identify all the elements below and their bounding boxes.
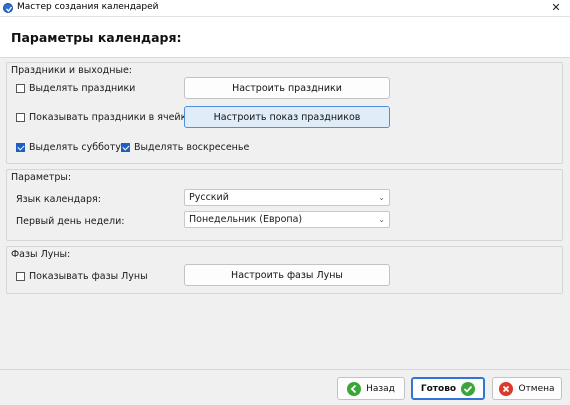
- wizard-header: Параметры календаря:: [0, 17, 570, 58]
- back-arrow-icon: [347, 381, 362, 396]
- highlight-sunday-checkbox[interactable]: Выделять воскресенье: [121, 142, 249, 153]
- button-label: Отмена: [518, 383, 555, 394]
- holidays-group-label: Праздники и выходные:: [11, 65, 132, 76]
- highlight-holidays-checkbox[interactable]: Выделять праздники: [16, 83, 135, 94]
- parameters-group: Параметры: Язык календаря: Русский ⌄ Пер…: [6, 169, 563, 241]
- moon-group-label: Фазы Луны:: [11, 249, 71, 260]
- close-icon[interactable]: ✕: [542, 0, 570, 17]
- page-title: Параметры календаря:: [11, 30, 182, 45]
- app-icon: [3, 3, 13, 13]
- checkbox-label: Выделять праздники: [29, 83, 136, 94]
- holidays-group: Праздники и выходные: Выделять праздники…: [6, 62, 563, 164]
- button-label: Назад: [366, 383, 395, 394]
- cancel-x-icon: [499, 381, 514, 396]
- chevron-down-icon: ⌄: [378, 215, 385, 224]
- cancel-button[interactable]: Отмена: [492, 377, 562, 400]
- select-value: Понедельник (Европа): [189, 214, 303, 225]
- button-label: Готово: [420, 383, 457, 394]
- checkbox-box[interactable]: [16, 113, 25, 122]
- wizard-footer: Назад Готово Отмена: [0, 369, 570, 405]
- first-day-select[interactable]: Понедельник (Европа) ⌄: [184, 211, 390, 228]
- checkbox-box[interactable]: [16, 143, 25, 152]
- show-moon-phases-checkbox[interactable]: Показывать фазы Луны: [16, 271, 148, 282]
- window-title: Мастер создания календарей: [17, 2, 159, 12]
- button-label: Настроить фазы Луны: [231, 269, 343, 281]
- highlight-saturday-checkbox[interactable]: Выделять субботу: [16, 142, 121, 153]
- show-holidays-in-cells-checkbox[interactable]: Показывать праздники в ячейках: [16, 112, 198, 123]
- back-button[interactable]: Назад: [337, 377, 405, 400]
- language-label: Язык календаря:: [16, 194, 101, 205]
- language-select[interactable]: Русский ⌄: [184, 189, 390, 206]
- checkbox-box[interactable]: [16, 272, 25, 281]
- select-value: Русский: [189, 192, 229, 203]
- title-bar: Мастер создания календарей ✕: [0, 0, 570, 17]
- configure-holiday-display-button[interactable]: Настроить показ праздников: [184, 106, 390, 128]
- checkbox-label: Выделять субботу: [29, 142, 121, 153]
- moon-phases-group: Фазы Луны: Показывать фазы Луны Настроит…: [6, 246, 563, 294]
- done-button[interactable]: Готово: [411, 377, 485, 400]
- parameters-group-label: Параметры:: [11, 172, 72, 183]
- checkbox-box[interactable]: [121, 143, 130, 152]
- configure-holidays-button[interactable]: Настроить праздники: [184, 77, 390, 99]
- checkbox-label: Показывать фазы Луны: [29, 271, 148, 282]
- configure-moon-phases-button[interactable]: Настроить фазы Луны: [184, 264, 390, 286]
- button-label: Настроить показ праздников: [213, 111, 361, 123]
- first-day-label: Первый день недели:: [16, 216, 125, 227]
- checkbox-box[interactable]: [16, 84, 25, 93]
- chevron-down-icon: ⌄: [378, 193, 385, 202]
- checkbox-label: Выделять воскресенье: [134, 142, 250, 153]
- checkmark-icon: [461, 381, 476, 396]
- button-label: Настроить праздники: [232, 82, 342, 94]
- checkbox-label: Показывать праздники в ячейках: [29, 112, 198, 123]
